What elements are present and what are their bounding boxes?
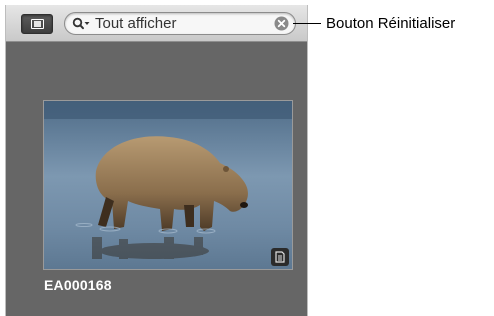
bear-photo xyxy=(44,101,292,269)
magnifier-dropdown-icon[interactable] xyxy=(72,17,90,31)
browser-view-icon xyxy=(31,19,44,29)
photo-thumbnail[interactable] xyxy=(43,100,293,270)
callout-label: Bouton Réinitialiser xyxy=(326,15,456,32)
callout-leader-line xyxy=(293,23,321,24)
browser-toolbar: Tout afficher xyxy=(6,5,307,42)
clear-circle-x-icon[interactable] xyxy=(274,16,289,31)
photo-caption: EA000168 xyxy=(44,277,112,293)
search-field[interactable]: Tout afficher xyxy=(64,12,296,35)
browser-view-button[interactable] xyxy=(21,14,53,34)
search-input-value[interactable]: Tout afficher xyxy=(95,15,176,33)
figure: Tout afficher EA000168 Bouton Réinitiali… xyxy=(0,0,494,316)
browser-panel: Tout afficher EA000168 xyxy=(5,5,308,316)
referenced-file-icon xyxy=(271,248,289,266)
